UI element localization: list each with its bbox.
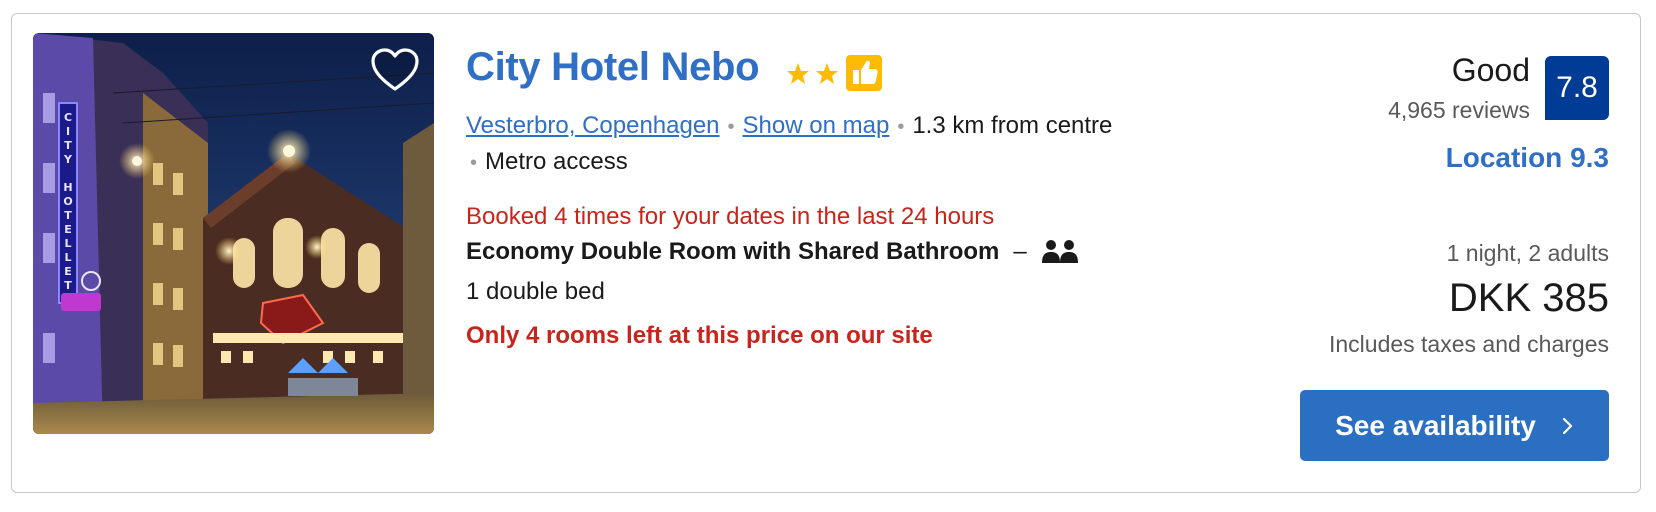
location-score: Location 9.3 — [1445, 142, 1609, 173]
chevron-right-icon — [1560, 416, 1574, 436]
bed-info: 1 double bed — [466, 278, 605, 305]
review-rating-word[interactable]: Good — [1452, 52, 1530, 89]
svg-text:H: H — [63, 181, 72, 194]
preferred-badge[interactable] — [846, 55, 882, 91]
two-persons-icon — [1041, 240, 1078, 263]
booked-notice: Booked 4 times for your dates in the las… — [466, 203, 995, 230]
svg-text:T: T — [64, 209, 72, 222]
heart-icon — [371, 48, 419, 91]
room-name: Economy Double Room with Shared Bathroom — [466, 238, 1000, 265]
svg-text:O: O — [63, 195, 72, 208]
svg-text:E: E — [64, 265, 72, 278]
see-availability-label: See availability — [1335, 409, 1536, 441]
svg-text:E: E — [64, 223, 72, 236]
room-type: Economy Double Room with Shared Bathroom… — [466, 238, 1079, 266]
show-on-map-link[interactable]: Show on map — [743, 112, 890, 140]
svg-text:L: L — [64, 251, 71, 264]
review-score-badge[interactable]: 7.8 — [1545, 56, 1609, 120]
price: DKK 385 — [1448, 276, 1609, 320]
metro-access-label: Metro access — [485, 148, 628, 175]
svg-text:C: C — [64, 111, 72, 124]
hotel-name-link[interactable]: City Hotel Nebo — [466, 45, 760, 90]
svg-text:L: L — [64, 237, 71, 250]
favorite-button[interactable] — [370, 47, 420, 95]
thumbs-up-icon — [853, 60, 878, 84]
metro-access: • Metro access — [470, 148, 628, 176]
hotel-photo[interactable]: CITY HOTE LLET — [33, 33, 434, 434]
star-icon — [787, 63, 809, 84]
rooms-left-notice: Only 4 rooms left at this price on our s… — [466, 322, 933, 349]
distance-from-centre: 1.3 km from centre — [912, 112, 1113, 139]
review-count[interactable]: 4,965 reviews — [1388, 97, 1530, 124]
stay-summary: 1 night, 2 adults — [1446, 240, 1609, 266]
star-icons — [787, 63, 838, 84]
svg-text:T: T — [64, 279, 72, 292]
location-link[interactable]: Vesterbro, Copenhagen — [466, 112, 720, 140]
star-rating — [785, 60, 843, 88]
svg-text:T: T — [64, 139, 72, 152]
taxes-note: Includes taxes and charges — [1328, 331, 1609, 357]
svg-text:Y: Y — [63, 153, 73, 166]
star-icon — [816, 63, 838, 84]
location-line: Vesterbro, Copenhagen • Show on map • 1.… — [466, 112, 1112, 140]
separator-dot: • — [470, 152, 478, 174]
room-separator: – — [1013, 238, 1027, 265]
svg-text:I: I — [66, 125, 70, 138]
separator-dot: • — [897, 116, 905, 138]
see-availability-button[interactable]: See availability — [1300, 390, 1609, 461]
separator-dot: • — [727, 116, 735, 138]
